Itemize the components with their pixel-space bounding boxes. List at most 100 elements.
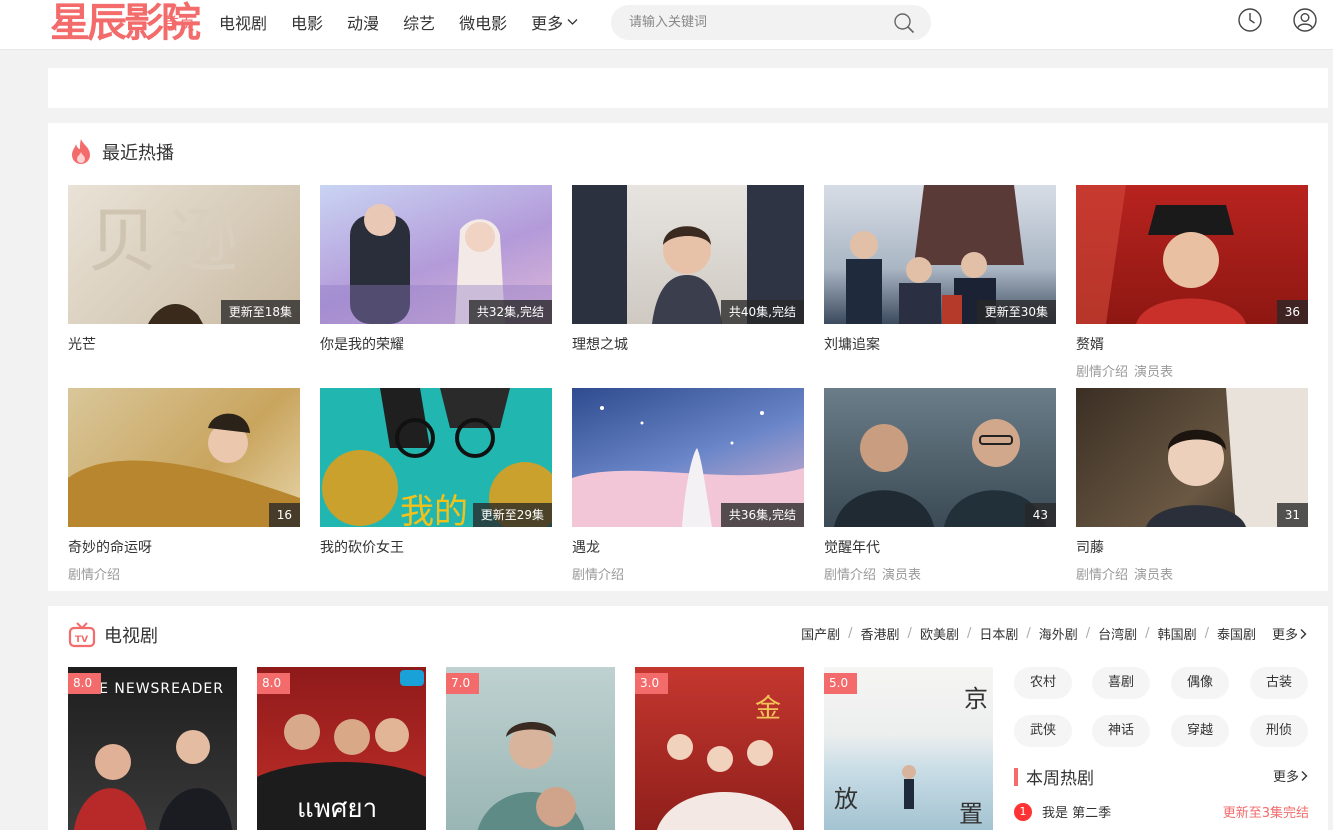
tv-cat-taiwan[interactable]: 台湾剧	[1098, 624, 1137, 643]
chevron-right-icon	[1300, 628, 1307, 639]
drama-thumbnail[interactable]: 更新至30集	[824, 185, 1056, 324]
cast-link[interactable]: 演员表	[1134, 568, 1173, 583]
genre-tag[interactable]: 刑侦	[1250, 715, 1308, 747]
drama-card[interactable]: 共40集,完结 理想之城	[572, 185, 804, 354]
search-input[interactable]	[629, 5, 889, 40]
tv-more-link[interactable]: 更多	[1272, 624, 1308, 643]
tv-poster[interactable]: แพศยา 8.0	[257, 667, 426, 830]
drama-title[interactable]: 司藤	[1076, 537, 1308, 557]
drama-title[interactable]: 觉醒年代	[824, 537, 1056, 557]
cast-link[interactable]: 演员表	[882, 568, 921, 583]
tv-poster[interactable]: 金 3.0	[635, 667, 804, 830]
drama-card[interactable]: 共36集,完结 遇龙 剧情介绍	[572, 388, 804, 583]
drama-thumbnail[interactable]: 共36集,完结	[572, 388, 804, 527]
search-box	[611, 5, 931, 40]
drama-card[interactable]: 31 司藤 剧情介绍 演员表	[1076, 388, 1308, 583]
drama-links: 剧情介绍 演员表	[1076, 361, 1308, 380]
drama-thumbnail[interactable]: 我的 更新至29集	[320, 388, 552, 527]
ranking-item[interactable]: 1 我是 第二季 更新至3集完结	[1014, 802, 1309, 821]
tv-category-nav: 国产剧 / 香港剧 / 欧美剧 / 日本剧 / 海外剧 / 台湾剧 / 韩国剧 / 泰国剧 更…	[801, 624, 1308, 643]
svg-text:放: 放	[834, 785, 858, 813]
genre-tag[interactable]: 穿越	[1171, 715, 1229, 747]
drama-thumbnail[interactable]: 贝逊 更新至18集	[68, 185, 300, 324]
tv-cat-overseas[interactable]: 海外剧	[1039, 624, 1078, 643]
drama-card[interactable]: 共32集,完结 你是我的荣耀	[320, 185, 552, 354]
main-nav: 首页 电视剧 电影 动漫 综艺 微电影 更多	[163, 0, 602, 44]
tv-more-label: 更多	[1271, 628, 1298, 643]
separator: /	[1145, 626, 1150, 641]
search-icon[interactable]	[893, 12, 915, 34]
genre-tag[interactable]: 武侠	[1014, 715, 1072, 747]
drama-thumbnail[interactable]: 31	[1076, 388, 1308, 527]
tv-poster[interactable]: THE NEWSREADER 8.0	[68, 667, 237, 830]
episode-badge: 共36集,完结	[720, 503, 804, 527]
drama-links: 剧情介绍 演员表	[1076, 564, 1308, 583]
synopsis-link[interactable]: 剧情介绍	[824, 568, 876, 583]
drama-card[interactable]: 16 奇妙的命运呀 剧情介绍	[68, 388, 300, 583]
genre-tag[interactable]: 偶像	[1171, 667, 1229, 699]
drama-thumbnail[interactable]: 16	[68, 388, 300, 527]
episode-badge: 共32集,完结	[468, 300, 552, 324]
cast-link[interactable]: 演员表	[1134, 365, 1173, 380]
drama-card[interactable]: 43 觉醒年代 剧情介绍 演员表	[824, 388, 1056, 583]
drama-title[interactable]: 你是我的荣耀	[320, 334, 552, 354]
genre-tag[interactable]: 古装	[1250, 667, 1308, 699]
episode-badge: 43	[1024, 503, 1056, 527]
rating-badge: 8.0	[257, 673, 291, 694]
synopsis-link[interactable]: 剧情介绍	[1076, 365, 1128, 380]
tv-cat-thailand[interactable]: 泰国剧	[1217, 624, 1256, 643]
tv-cat-hongkong[interactable]: 香港剧	[861, 624, 900, 643]
nav-tv[interactable]: 电视剧	[219, 10, 267, 34]
drama-title[interactable]: 奇妙的命运呀	[68, 537, 300, 557]
tv-cat-korea[interactable]: 韩国剧	[1158, 624, 1197, 643]
drama-card[interactable]: 贝逊 更新至18集 光芒	[68, 185, 300, 354]
weekly-more-link[interactable]: 更多	[1273, 766, 1309, 785]
chevron-down-icon	[567, 19, 578, 25]
genre-tag[interactable]: 神话	[1092, 715, 1150, 747]
tv-cat-japan[interactable]: 日本剧	[979, 624, 1018, 643]
drama-title[interactable]: 理想之城	[572, 334, 804, 354]
synopsis-link[interactable]: 剧情介绍	[68, 568, 120, 583]
svg-text:贝: 贝	[88, 200, 158, 282]
drama-thumbnail[interactable]: 43	[824, 388, 1056, 527]
svg-text:TV: TV	[75, 635, 88, 645]
rank-number: 1	[1014, 802, 1032, 821]
genre-tag[interactable]: 农村	[1014, 667, 1072, 699]
drama-title[interactable]: 光芒	[68, 334, 300, 354]
drama-card[interactable]: 36 赘婿 剧情介绍 演员表	[1076, 185, 1308, 380]
nav-anime[interactable]: 动漫	[347, 10, 379, 34]
drama-card[interactable]: 更新至30集 刘墉追案	[824, 185, 1056, 354]
drama-title[interactable]: 我的砍价女王	[320, 537, 552, 557]
recent-hot-section: 最近热播 贝逊 更新至18集 光芒 共32集,完结 你是我的荣耀 共40集,完结…	[48, 123, 1328, 591]
drama-title[interactable]: 刘墉追案	[824, 334, 1056, 354]
drama-title[interactable]: 赘婿	[1076, 334, 1308, 354]
svg-text:逊: 逊	[168, 200, 238, 282]
recent-hot-header: 最近热播	[68, 137, 174, 167]
nav-more[interactable]: 更多	[531, 10, 578, 34]
drama-title[interactable]: 遇龙	[572, 537, 804, 557]
synopsis-link[interactable]: 剧情介绍	[572, 568, 624, 583]
tv-poster[interactable]: 7.0	[446, 667, 615, 830]
drama-thumbnail[interactable]: 共40集,完结	[572, 185, 804, 324]
weekly-hot-panel: 本周热剧 更多 1 我是 第二季 更新至3集完结	[1014, 764, 1309, 821]
drama-thumbnail[interactable]: 36	[1076, 185, 1308, 324]
drama-card[interactable]: 我的 更新至29集 我的砍价女王	[320, 388, 552, 557]
tv-cat-mainland[interactable]: 国产剧	[801, 624, 840, 643]
svg-text:我的: 我的	[400, 492, 468, 527]
episode-badge: 共40集,完结	[720, 300, 804, 324]
svg-text:京: 京	[964, 685, 988, 713]
nav-home[interactable]: 首页	[163, 10, 195, 34]
tv-cat-western[interactable]: 欧美剧	[920, 624, 959, 643]
nav-micro-film[interactable]: 微电影	[459, 10, 507, 34]
tv-poster[interactable]: 京放置 5.0	[824, 667, 993, 830]
genre-tag[interactable]: 喜剧	[1092, 667, 1150, 699]
episode-badge: 更新至30集	[976, 300, 1056, 324]
synopsis-link[interactable]: 剧情介绍	[1076, 568, 1128, 583]
user-icon[interactable]	[1292, 7, 1318, 33]
rank-title[interactable]: 我是 第二季	[1042, 802, 1111, 821]
drama-thumbnail[interactable]: 共32集,完结	[320, 185, 552, 324]
weekly-hot-title: 本周热剧	[1026, 769, 1094, 789]
nav-movie[interactable]: 电影	[291, 10, 323, 34]
nav-variety[interactable]: 综艺	[403, 10, 435, 34]
history-clock-icon[interactable]	[1237, 7, 1263, 33]
